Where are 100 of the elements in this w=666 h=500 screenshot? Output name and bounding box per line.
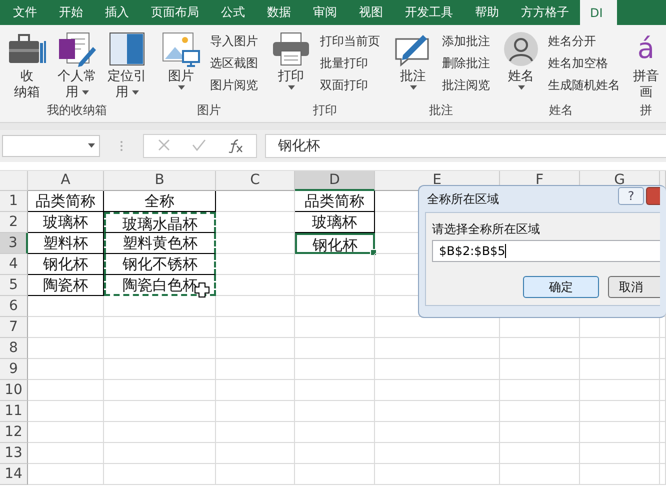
empty-cell[interactable] (104, 338, 216, 359)
empty-cell[interactable] (500, 359, 580, 380)
dropdown-caret-icon[interactable] (518, 85, 524, 91)
table-cell[interactable]: 塑料杯 (28, 233, 104, 254)
table-cell[interactable]: 玻璃水晶杯 (104, 212, 216, 233)
empty-cell[interactable] (580, 338, 660, 359)
ribbon-tab[interactable]: 数据 (256, 0, 302, 25)
ribbon-tab[interactable]: 页面布局 (140, 0, 210, 25)
ribbon-button[interactable]: 图片阅览 (208, 76, 260, 94)
empty-cell[interactable] (500, 464, 580, 485)
empty-cell[interactable] (216, 317, 295, 338)
dropdown-caret-icon[interactable] (82, 90, 88, 96)
empty-cell[interactable] (216, 296, 295, 317)
empty-cell[interactable] (580, 422, 660, 443)
ribbon-tab[interactable]: 公式 (210, 0, 256, 25)
column-header[interactable]: D (295, 171, 375, 191)
table-cell[interactable]: 玻璃杯 (295, 212, 375, 233)
empty-cell[interactable] (660, 422, 666, 443)
ribbon-tab[interactable]: 开始 (48, 0, 94, 25)
empty-cell[interactable] (295, 296, 375, 317)
empty-cell[interactable] (580, 359, 660, 380)
empty-cell[interactable] (375, 443, 500, 464)
row-header[interactable]: 6 (0, 296, 28, 317)
ribbon-tab[interactable]: 视图 (348, 0, 394, 25)
empty-cell[interactable] (104, 380, 216, 401)
row-header[interactable]: 12 (0, 422, 28, 443)
empty-cell[interactable] (216, 191, 295, 212)
row-header[interactable]: 1 (0, 191, 28, 212)
ribbon-button[interactable]: á 拼音 画 (630, 31, 662, 101)
ribbon-tab[interactable]: 开发工具 (394, 0, 464, 25)
row-header[interactable]: 7 (0, 317, 28, 338)
empty-cell[interactable] (216, 359, 295, 380)
empty-cell[interactable] (295, 464, 375, 485)
empty-cell[interactable] (375, 359, 500, 380)
empty-cell[interactable] (216, 380, 295, 401)
empty-cell[interactable] (295, 338, 375, 359)
formula-input[interactable]: 钢化杯 (265, 134, 666, 158)
row-header[interactable]: 3 (0, 233, 28, 254)
fill-handle[interactable] (370, 249, 377, 256)
empty-cell[interactable] (295, 359, 375, 380)
select-all-corner[interactable] (0, 171, 28, 191)
empty-cell[interactable] (295, 275, 375, 296)
empty-cell[interactable] (580, 380, 660, 401)
empty-cell[interactable] (580, 443, 660, 464)
dropdown-caret-icon[interactable] (178, 85, 184, 91)
ribbon-button[interactable]: 批注阅览 (440, 76, 492, 94)
dropdown-caret-icon[interactable] (88, 143, 95, 149)
empty-cell[interactable] (216, 233, 295, 254)
empty-cell[interactable] (216, 401, 295, 422)
empty-cell[interactable] (216, 464, 295, 485)
ribbon-button[interactable]: 添加批注 (440, 32, 492, 50)
ribbon-tab[interactable]: 审阅 (302, 0, 348, 25)
cancel-icon[interactable] (158, 139, 170, 153)
empty-cell[interactable] (660, 338, 666, 359)
ribbon-button[interactable]: 选区截图 (208, 54, 260, 72)
ribbon-button[interactable]: 批注 (390, 31, 436, 101)
empty-cell[interactable] (104, 317, 216, 338)
empty-cell[interactable] (375, 380, 500, 401)
empty-cell[interactable] (104, 359, 216, 380)
table-cell[interactable]: 钢化杯 (28, 254, 104, 275)
table-cell[interactable]: 品类简称 (295, 191, 375, 212)
ribbon-button[interactable]: 定位引 用 (104, 31, 150, 101)
empty-cell[interactable] (500, 422, 580, 443)
ribbon-button[interactable]: 删除批注 (440, 54, 492, 72)
column-header[interactable]: A (28, 171, 104, 191)
table-cell[interactable]: 钢化杯 (295, 233, 375, 254)
empty-cell[interactable] (580, 401, 660, 422)
ribbon-tab[interactable]: 方方格子 (510, 0, 580, 25)
ribbon-tab[interactable]: 插入 (94, 0, 140, 25)
column-header[interactable]: B (104, 171, 216, 191)
ribbon-button[interactable]: 姓名 (500, 31, 542, 101)
cancel-button[interactable]: 取消 (608, 276, 660, 298)
insert-function-icon[interactable] (228, 139, 244, 153)
empty-cell[interactable] (216, 443, 295, 464)
ok-button[interactable]: 确定 (523, 276, 599, 298)
table-cell[interactable]: 品类简称 (28, 191, 104, 212)
empty-cell[interactable] (216, 275, 295, 296)
empty-cell[interactable] (295, 254, 375, 275)
row-header[interactable]: 5 (0, 275, 28, 296)
empty-cell[interactable] (375, 422, 500, 443)
help-button[interactable]: ? (618, 187, 644, 205)
dropdown-caret-icon[interactable] (288, 85, 294, 91)
empty-cell[interactable] (104, 401, 216, 422)
ribbon-tab[interactable]: 帮助 (464, 0, 510, 25)
empty-cell[interactable] (295, 317, 375, 338)
ribbon-button[interactable]: 打印 (268, 31, 314, 101)
ribbon-button[interactable]: 图片 (158, 31, 204, 101)
row-header[interactable]: 8 (0, 338, 28, 359)
ribbon-button[interactable]: 批量打印 (318, 54, 382, 72)
empty-cell[interactable] (660, 401, 666, 422)
empty-cell[interactable] (500, 443, 580, 464)
empty-cell[interactable] (104, 464, 216, 485)
empty-cell[interactable] (216, 254, 295, 275)
empty-cell[interactable] (295, 443, 375, 464)
row-header[interactable]: 9 (0, 359, 28, 380)
empty-cell[interactable] (216, 212, 295, 233)
empty-cell[interactable] (660, 464, 666, 485)
ribbon-button[interactable]: 双面打印 (318, 76, 382, 94)
ribbon-button[interactable]: 导入图片 (208, 32, 260, 50)
row-header[interactable]: 14 (0, 464, 28, 485)
